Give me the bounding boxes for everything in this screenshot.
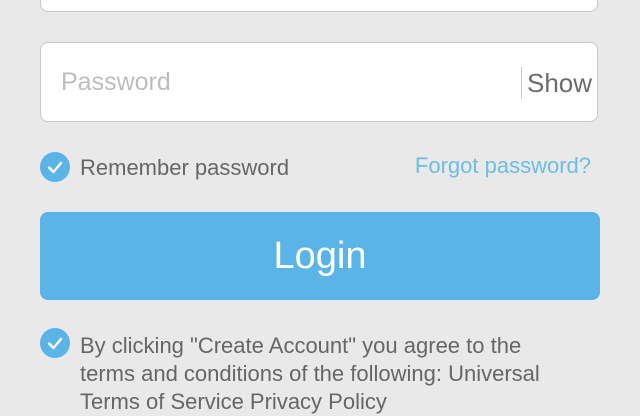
- terms-agreement-text: By clicking "Create Account" you agree t…: [80, 332, 600, 416]
- login-button[interactable]: Login: [40, 212, 600, 300]
- remember-password-checkbox[interactable]: [40, 152, 70, 182]
- forgot-password-link[interactable]: Forgot password?: [415, 152, 591, 180]
- password-field-container: Show: [40, 42, 598, 122]
- show-password-button[interactable]: Show: [527, 67, 592, 99]
- remember-password-label: Remember password: [80, 155, 290, 180]
- show-divider: [521, 67, 522, 99]
- top-input-field[interactable]: [40, 0, 598, 12]
- terms-agreement-checkbox[interactable]: [40, 328, 70, 358]
- checkmark-icon: [47, 337, 63, 350]
- checkmark-icon: [47, 161, 63, 174]
- password-input[interactable]: [61, 43, 531, 121]
- terms-line-2: terms and conditions of the following: U…: [80, 361, 540, 386]
- terms-line-1: By clicking "Create Account" you agree t…: [80, 333, 522, 358]
- terms-line-3: Terms of Service Privacy Policy: [80, 389, 387, 414]
